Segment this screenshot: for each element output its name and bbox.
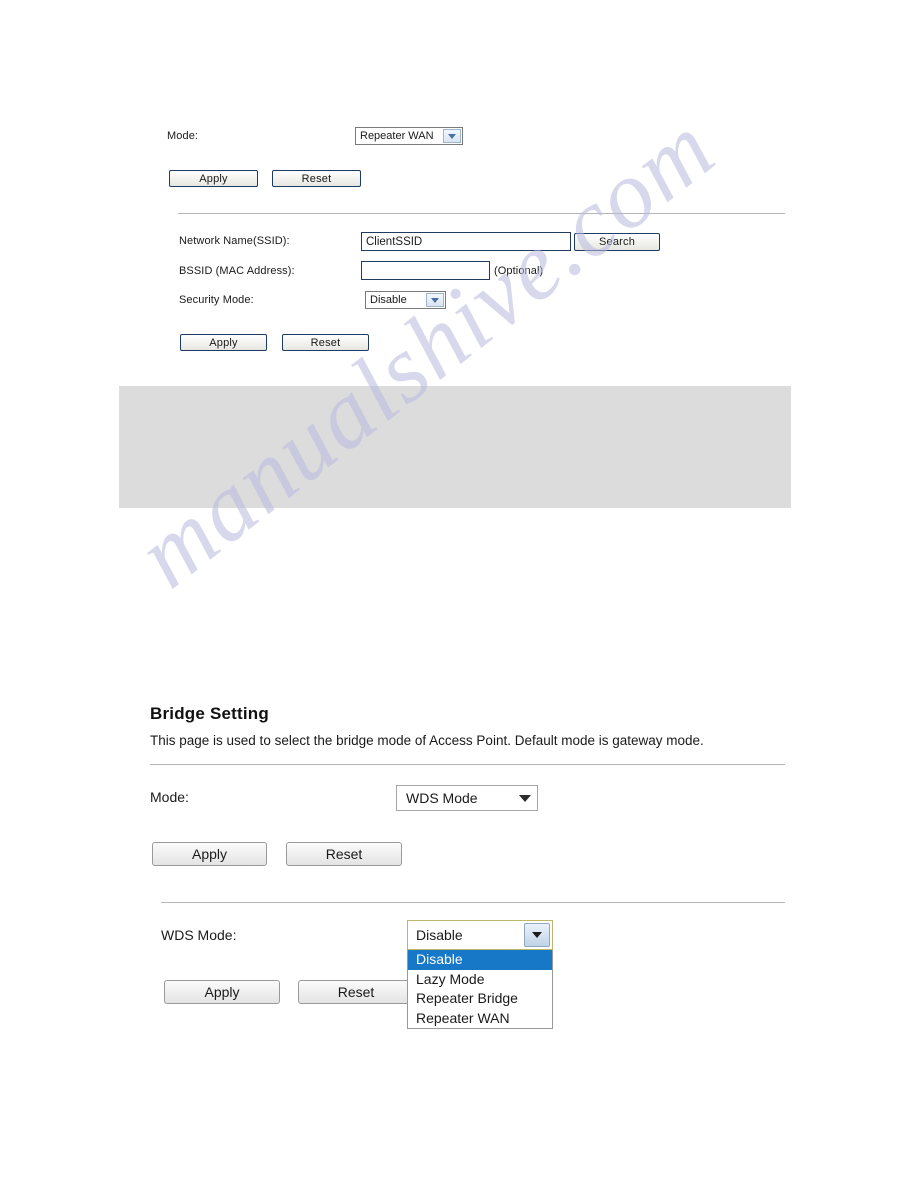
bssid-optional-note: (Optional) — [494, 265, 544, 277]
divider-wds — [161, 902, 785, 904]
bridge-mode-select[interactable]: WDS Mode — [396, 785, 538, 811]
ssid-label: Network Name(SSID): — [179, 235, 290, 247]
wds-mode-select[interactable]: Disable — [407, 920, 553, 950]
search-button[interactable]: Search — [574, 233, 660, 251]
security-mode-select[interactable]: Disable — [365, 291, 446, 309]
apply-button-bridge[interactable]: Apply — [152, 842, 267, 866]
mode-select[interactable]: Repeater WAN — [355, 127, 463, 145]
security-mode-value: Disable — [370, 294, 407, 306]
wds-mode-dropdown[interactable]: Disable Disable Lazy Mode Repeater Bridg… — [407, 920, 553, 1029]
mode-select-value: Repeater WAN — [360, 130, 434, 142]
bridge-mode-label: Mode: — [150, 789, 189, 805]
divider-top — [178, 213, 785, 215]
chevron-down-icon[interactable] — [426, 293, 444, 307]
ssid-input[interactable]: ClientSSID — [361, 232, 571, 251]
document-page: Mode: Repeater WAN Apply Reset Network N… — [0, 0, 918, 1188]
empty-content-block — [119, 386, 791, 508]
apply-button-wds[interactable]: Apply — [164, 980, 280, 1004]
wds-mode-option-repeater-wan[interactable]: Repeater WAN — [408, 1009, 552, 1029]
bssid-input[interactable] — [361, 261, 490, 280]
wds-mode-value: Disable — [416, 927, 463, 943]
chevron-down-icon[interactable] — [524, 923, 550, 947]
apply-button-client[interactable]: Apply — [180, 334, 267, 351]
reset-button-wds[interactable]: Reset — [298, 980, 414, 1004]
chevron-down-icon[interactable] — [443, 129, 461, 143]
apply-button-top[interactable]: Apply — [169, 170, 258, 187]
reset-button-client[interactable]: Reset — [282, 334, 369, 351]
wds-mode-option-list[interactable]: Disable Lazy Mode Repeater Bridge Repeat… — [407, 950, 553, 1029]
mode-label: Mode: — [167, 130, 199, 142]
wds-mode-option-disable[interactable]: Disable — [408, 950, 552, 970]
reset-button-top[interactable]: Reset — [272, 170, 361, 187]
bssid-label: BSSID (MAC Address): — [179, 265, 295, 277]
chevron-down-icon[interactable] — [519, 794, 531, 802]
wds-mode-label: WDS Mode: — [161, 927, 237, 943]
wds-mode-option-lazy-mode[interactable]: Lazy Mode — [408, 970, 552, 990]
reset-button-bridge[interactable]: Reset — [286, 842, 402, 866]
security-mode-label: Security Mode: — [179, 294, 254, 306]
page-description: This page is used to select the bridge m… — [150, 733, 704, 748]
divider-bridge-header — [150, 764, 785, 766]
page-title: Bridge Setting — [150, 704, 269, 723]
bridge-mode-value: WDS Mode — [406, 790, 478, 806]
wds-mode-option-repeater-bridge[interactable]: Repeater Bridge — [408, 989, 552, 1009]
